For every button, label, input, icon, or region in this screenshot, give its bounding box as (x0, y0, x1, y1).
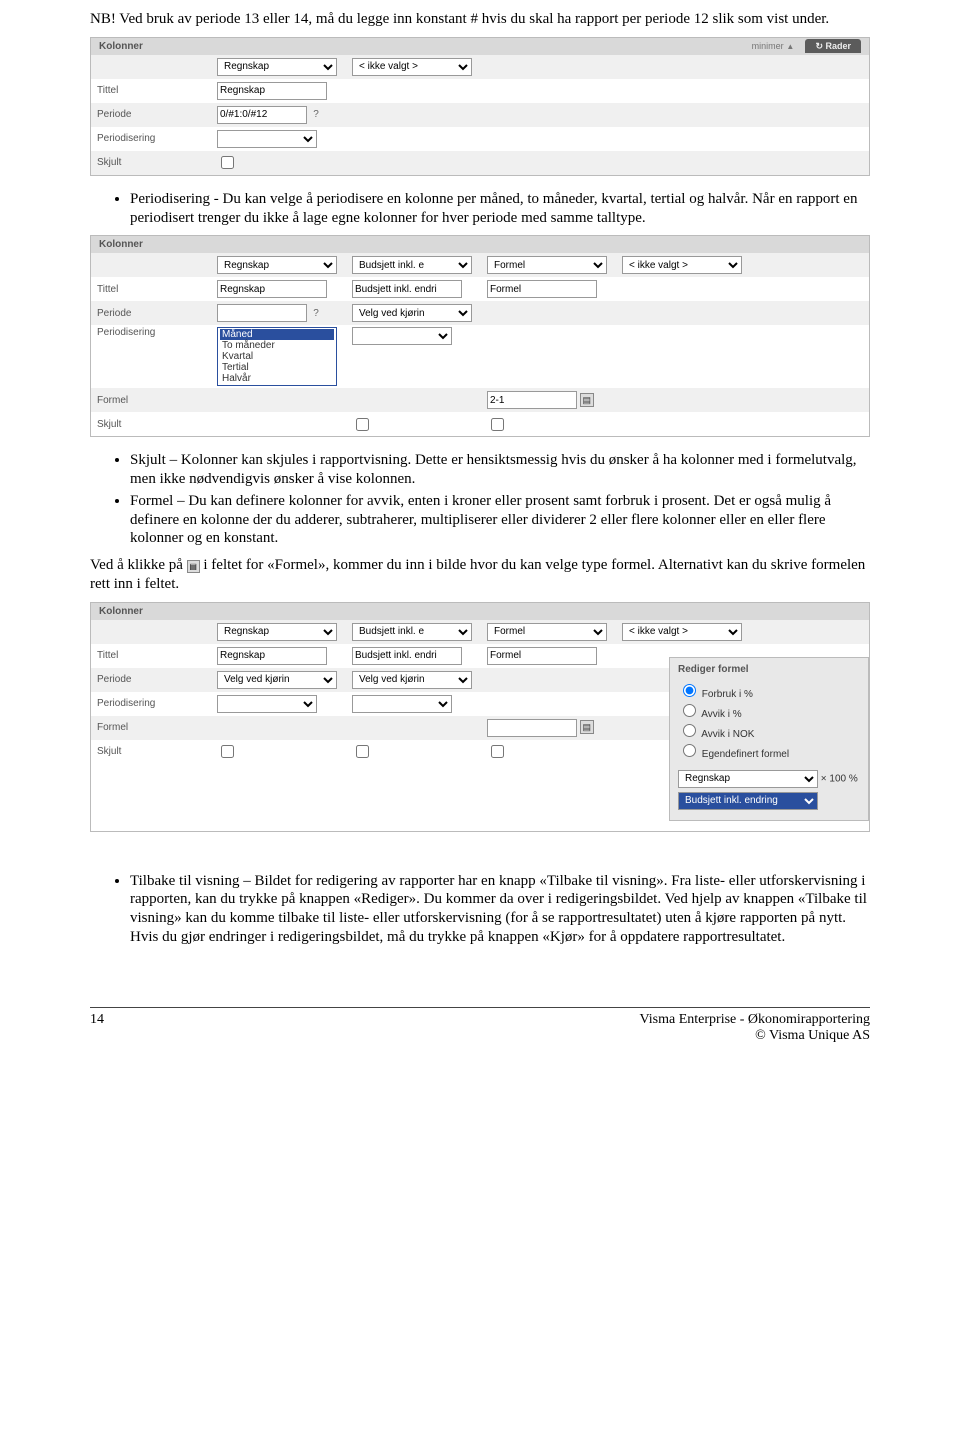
screenshot-kolonner-1: Kolonner minimer ▲ ↻ Rader Regnskap < ik… (90, 37, 870, 176)
formel-click-para: Ved å klikke på ▤ i feltet for «Formel»,… (90, 556, 870, 594)
label-tittel: Tittel (97, 650, 217, 661)
screenshot-kolonner-2: Kolonner Regnskap Budsjett inkl. e Forme… (90, 235, 870, 437)
rader-tab[interactable]: ↻ Rader (805, 39, 861, 53)
col3-select[interactable]: Formel (487, 623, 607, 641)
col2-select[interactable]: Budsjett inkl. e (352, 623, 472, 641)
skjult-c2[interactable] (356, 745, 369, 758)
label-skjult: Skjult (97, 157, 217, 168)
minimer-link[interactable]: minimer (752, 41, 784, 51)
screenshot-kolonner-3: Kolonner Regnskap Budsjett inkl. e Forme… (90, 602, 870, 832)
label-periodisering: Periodisering (97, 327, 217, 338)
rf-opt-avvik-pct[interactable]: Avvik i % (678, 701, 860, 720)
skjult-c1[interactable] (221, 745, 234, 758)
dd-option[interactable]: Måned (220, 329, 334, 340)
label-periode: Periode (97, 674, 217, 685)
dd-option[interactable]: To måneder (220, 340, 334, 351)
rf-select-2[interactable]: Budsjett inkl. endring (678, 792, 818, 810)
tittel-input[interactable] (217, 82, 327, 100)
formel-input[interactable] (487, 719, 577, 737)
label-tittel: Tittel (97, 284, 217, 295)
col3-select[interactable]: Formel (487, 256, 607, 274)
periode-input[interactable] (217, 106, 307, 124)
col1-select[interactable]: Regnskap (217, 256, 337, 274)
col-type-select-2[interactable]: < ikke valgt > (352, 58, 472, 76)
help-icon[interactable]: ? (310, 308, 322, 319)
periode-c1[interactable] (217, 304, 307, 322)
skjult-c3[interactable] (491, 745, 504, 758)
chevron-up-icon[interactable]: ▲ (786, 42, 794, 51)
skjult-c2[interactable] (356, 418, 369, 431)
ss1-title: Kolonner (99, 41, 143, 52)
periodisering-c2[interactable] (352, 695, 452, 713)
bullet-skjult: Skjult – Kolonner kan skjules i rapportv… (130, 451, 870, 489)
col1-select[interactable]: Regnskap (217, 623, 337, 641)
rf-select-1[interactable]: Regnskap (678, 770, 818, 788)
tittel-c3[interactable] (487, 647, 597, 665)
periodisering-dropdown-open[interactable]: Måned To måneder Kvartal Tertial Halvår (217, 327, 337, 386)
footer-line2: © Visma Unique AS (640, 1028, 871, 1044)
label-periodisering: Periodisering (97, 698, 217, 709)
formula-edit-icon[interactable]: ▤ (580, 720, 594, 734)
intro-paragraph: NB! Ved bruk av periode 13 eller 14, må … (90, 10, 870, 29)
ss2-title: Kolonner (99, 239, 143, 250)
rf-mult-text: × 100 % (821, 773, 858, 784)
tittel-c1[interactable] (217, 280, 327, 298)
tittel-c2[interactable] (352, 280, 462, 298)
tittel-c2[interactable] (352, 647, 462, 665)
periodisering-select[interactable] (217, 130, 317, 148)
dd-option[interactable]: Tertial (220, 362, 334, 373)
periode-c1[interactable]: Velg ved kjørin (217, 671, 337, 689)
periodisering-c1[interactable] (217, 695, 317, 713)
periode-c2[interactable]: Velg ved kjørin (352, 671, 472, 689)
rf-opt-forbruk[interactable]: Forbruk i % (678, 681, 860, 700)
page-number: 14 (90, 1012, 104, 1044)
formula-edit-icon[interactable]: ▤ (580, 393, 594, 407)
help-icon[interactable]: ? (310, 109, 322, 120)
bullet-periodisering: Periodisering - Du kan velge å periodise… (130, 190, 870, 228)
page-footer: 14 Visma Enterprise - Økonomirapporterin… (90, 1007, 870, 1044)
dd-option[interactable]: Halvår (220, 373, 334, 384)
formel-input[interactable] (487, 391, 577, 409)
label-tittel: Tittel (97, 85, 217, 96)
formula-edit-icon: ▤ (187, 560, 200, 573)
label-skjult: Skjult (97, 419, 217, 430)
label-skjult: Skjult (97, 746, 217, 757)
dd-option[interactable]: Kvartal (220, 351, 334, 362)
periodisering-c2[interactable] (352, 327, 452, 345)
label-periodisering: Periodisering (97, 133, 217, 144)
rf-opt-avvik-nok[interactable]: Avvik i NOK (678, 721, 860, 740)
ss3-title: Kolonner (99, 606, 143, 617)
label-periode: Periode (97, 109, 217, 120)
footer-line1: Visma Enterprise - Økonomirapportering (640, 1012, 871, 1028)
rf-title: Rediger formel (678, 664, 860, 675)
tittel-c3[interactable] (487, 280, 597, 298)
rf-opt-egendef[interactable]: Egendefinert formel (678, 741, 860, 760)
periode-c2[interactable]: Velg ved kjørin (352, 304, 472, 322)
skjult-checkbox[interactable] (221, 156, 234, 169)
skjult-c3[interactable] (491, 418, 504, 431)
bullet-formel: Formel – Du kan definere kolonner for av… (130, 492, 870, 548)
tittel-c1[interactable] (217, 647, 327, 665)
col2-select[interactable]: Budsjett inkl. e (352, 256, 472, 274)
label-formel: Formel (97, 395, 217, 406)
label-periode: Periode (97, 308, 217, 319)
bullet-tilbake: Tilbake til visning – Bildet for rediger… (130, 872, 870, 947)
col-type-select[interactable]: Regnskap (217, 58, 337, 76)
label-formel: Formel (97, 722, 217, 733)
col4-select[interactable]: < ikke valgt > (622, 256, 742, 274)
col4-select[interactable]: < ikke valgt > (622, 623, 742, 641)
rediger-formel-panel: Rediger formel Forbruk i % Avvik i % Avv… (669, 657, 869, 821)
